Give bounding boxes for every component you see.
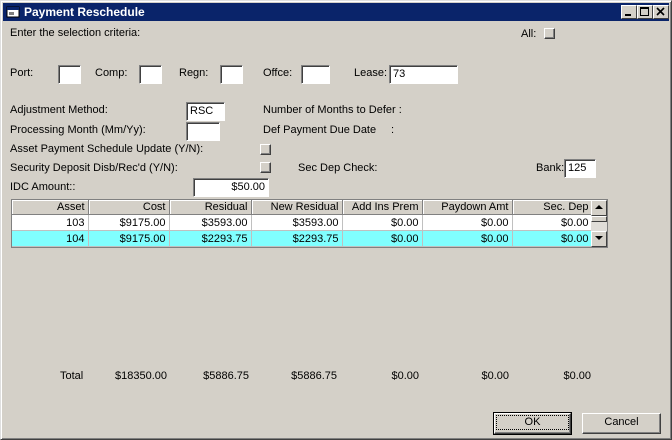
months-to-defer-label: Number of Months to Defer : [263,104,402,116]
def-payment-due-date-label: Def Payment Due Date [263,124,377,136]
column-header[interactable]: Cost [88,200,170,215]
column-header[interactable]: Residual [169,200,252,215]
total-new-residual: $5886.75 [291,370,337,382]
def-payment-colon: : [391,124,395,136]
total-cost: $18350.00 [115,370,167,382]
maximize-button[interactable] [637,5,653,19]
column-header[interactable]: New Residual [251,200,343,215]
asset-payment-update-checkbox[interactable] [260,144,271,155]
total-label: Total [60,370,84,382]
lease-input[interactable]: 73 [389,65,458,84]
cell[interactable]: $3593.00 [251,214,343,231]
regn-input[interactable] [220,65,243,84]
port-label: Port: [10,67,34,79]
cell[interactable]: $0.00 [422,214,513,231]
assets-table: Asset Cost Residual New Residual Add Ins… [12,200,593,247]
selection-criteria-heading: Enter the selection criteria: [10,27,141,39]
regn-label: Regn: [179,67,209,79]
table-row[interactable]: 103 $9175.00 $3593.00 $3593.00 $0.00 $0.… [12,214,593,231]
cell[interactable]: $2293.75 [169,230,252,247]
processing-month-label: Processing Month (Mm/Yy): [10,124,146,136]
minimize-button[interactable] [621,5,637,19]
cell[interactable]: $0.00 [512,214,593,231]
offce-input[interactable] [301,65,330,84]
grid-header-row: Asset Cost Residual New Residual Add Ins… [12,200,593,215]
lease-label: Lease: [354,67,388,79]
cancel-button[interactable]: Cancel [582,413,661,434]
minimize-icon [625,14,631,16]
window-icon [6,6,20,18]
column-header[interactable]: Paydown Amt [422,200,513,215]
adjustment-method-input[interactable]: RSC [186,102,225,121]
scroll-up-button[interactable] [591,200,607,216]
table-row-selected[interactable]: 104 $9175.00 $2293.75 $2293.75 $0.00 $0.… [12,230,593,247]
ok-button-label: OK [495,415,570,430]
column-header[interactable]: Sec. Dep [512,200,593,215]
security-deposit-label: Security Deposit Disb/Rec'd (Y/N): [10,162,178,174]
adjustment-method-label: Adjustment Method: [10,104,108,116]
total-paydown-amt: $0.00 [481,370,509,382]
cell[interactable]: $0.00 [342,230,423,247]
idc-amount-label: IDC Amount:: [10,181,76,193]
cell[interactable]: $9175.00 [88,230,170,247]
cell[interactable]: $2293.75 [251,230,343,247]
close-icon [656,7,665,16]
scroll-thumb[interactable] [591,216,607,222]
cell[interactable]: $3593.00 [169,214,252,231]
assets-grid[interactable]: Asset Cost Residual New Residual Add Ins… [11,199,608,248]
asset-payment-update-label: Asset Payment Schedule Update (Y/N): [10,143,204,155]
comp-label: Comp: [95,67,128,79]
column-header[interactable]: Asset [12,200,89,215]
cell[interactable]: $9175.00 [88,214,170,231]
idc-amount-input[interactable]: $50.00 [193,178,269,197]
bank-label: Bank: [536,162,565,174]
total-residual: $5886.75 [203,370,249,382]
arrow-down-icon [595,236,603,240]
total-add-ins-prem: $0.00 [391,370,419,382]
port-input[interactable] [58,65,81,84]
scroll-down-button[interactable] [591,231,607,247]
arrow-up-icon [595,205,603,209]
bank-input[interactable]: 125 [564,159,596,178]
security-deposit-checkbox[interactable] [260,162,271,173]
total-sec-dep: $0.00 [563,370,591,382]
cell[interactable]: $0.00 [342,214,423,231]
window-title: Payment Reschedule [24,5,145,19]
cell[interactable]: $0.00 [422,230,513,247]
ok-button[interactable]: OK [493,412,572,435]
processing-month-input[interactable] [186,122,220,141]
cell[interactable]: $0.00 [512,230,593,247]
all-checkbox[interactable] [544,28,555,39]
payment-reschedule-window: Payment Reschedule Enter the selection c… [0,0,672,440]
grid-vertical-scrollbar[interactable] [591,200,607,247]
all-label: All: [521,28,537,40]
comp-input[interactable] [139,65,162,84]
close-button[interactable] [653,5,669,19]
sec-dep-check-label: Sec Dep Check: [298,162,378,174]
maximize-icon [640,7,649,16]
cell[interactable]: 103 [12,214,89,231]
offce-label: Offce: [263,67,293,79]
column-header[interactable]: Add Ins Prem [342,200,423,215]
title-bar[interactable]: Payment Reschedule [3,3,669,21]
cell[interactable]: 104 [12,230,89,247]
